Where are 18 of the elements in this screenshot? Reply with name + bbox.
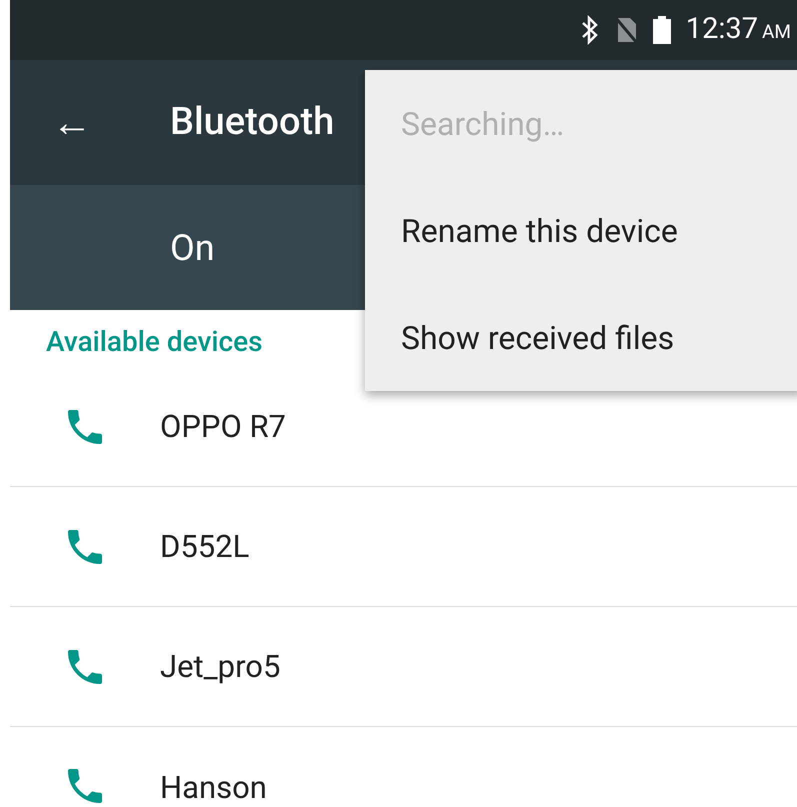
phone-icon: [68, 650, 102, 684]
back-button[interactable]: ←: [50, 102, 94, 142]
clock-period: AM: [762, 19, 791, 46]
section-title: Available devices: [46, 324, 263, 360]
menu-item[interactable]: Rename this device: [365, 177, 797, 284]
device-name[interactable]: D552L: [160, 531, 250, 562]
menu-item[interactable]: Show received files: [365, 284, 797, 391]
bluetooth-icon: [580, 15, 600, 45]
phone-icon: [68, 769, 102, 803]
phone-icon: [68, 410, 102, 444]
clock-time: 12:37: [686, 11, 758, 48]
device-name[interactable]: Hanson: [160, 772, 267, 803]
device-name[interactable]: Jet_pro5: [160, 651, 280, 682]
phone-icon: [68, 530, 102, 564]
device-name[interactable]: OPPO R7: [160, 411, 286, 442]
battery-icon: [652, 15, 672, 45]
toolbar-title: Bluetooth: [170, 99, 334, 146]
bluetooth-state-label: On: [170, 226, 215, 270]
